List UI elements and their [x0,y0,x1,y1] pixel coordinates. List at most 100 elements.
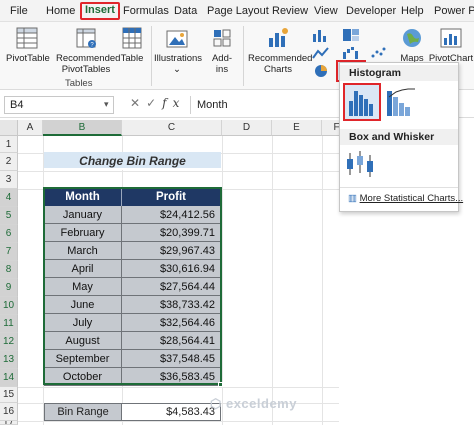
row-header-7[interactable]: 7 [0,243,18,261]
namebox-dropdown-icon[interactable]: ▾ [104,99,109,110]
watermark-icon: ⬡ [210,396,226,411]
row-header-14[interactable]: 14 [0,369,18,387]
cancel-icon[interactable]: ✕ [130,96,146,110]
recommended-pivottables-icon: ? [76,28,96,49]
row-header-12[interactable]: 12 [0,333,18,351]
row-header-17[interactable]: 17 [0,421,18,425]
cell-month[interactable]: February [44,224,122,242]
sheet-title[interactable]: Change Bin Range [44,152,221,170]
cell-month[interactable]: October [44,368,122,386]
box-whisker-option[interactable] [343,147,379,183]
pivottable-button[interactable]: PivotTable [6,26,50,64]
pivotchart-button[interactable]: PivotChart [428,26,474,64]
menu-insert[interactable]: Insert [80,2,120,20]
recommended-charts-label-1: Recommended [248,53,313,64]
cell-month[interactable]: May [44,278,122,296]
pie-chart-icon[interactable] [312,64,330,78]
maps-button[interactable]: Maps [398,26,426,64]
cell-profit[interactable]: $38,733.42 [122,296,221,314]
row-header-16[interactable]: 16 [0,403,18,421]
recommended-pivottables-button[interactable]: ? Recommended PivotTables [56,26,121,75]
addins-button[interactable]: Add- ins [206,26,238,75]
column-header-b[interactable]: B [43,120,122,136]
waterfall-chart-icon[interactable] [342,46,360,60]
menu-file[interactable]: File [10,3,28,20]
row-header-6[interactable]: 6 [0,225,18,243]
addins-icon [213,29,231,47]
row-header-10[interactable]: 10 [0,297,18,315]
column-header-e[interactable]: E [272,120,322,136]
menu-page-layout[interactable]: Page Layout [207,3,269,20]
cell-profit[interactable]: $28,564.41 [122,332,221,350]
ribbon-separator [151,26,152,86]
histogram-option[interactable] [343,83,381,121]
row-header-4[interactable]: 4 [0,189,18,207]
recommended-charts-button[interactable]: Recommended Charts [248,26,313,75]
row-header-3[interactable]: 3 [0,171,18,189]
gridline [18,387,339,388]
row-header-15[interactable]: 15 [0,387,18,403]
menu-view[interactable]: View [314,3,338,20]
menu-home[interactable]: Home [46,3,75,20]
scatter-chart-icon[interactable] [370,46,388,60]
row-header-13[interactable]: 13 [0,351,18,369]
menu-data[interactable]: Data [174,3,197,20]
cell-profit[interactable]: $37,548.45 [122,350,221,368]
cell-profit[interactable]: $27,564.44 [122,278,221,296]
cell-month[interactable]: July [44,314,122,332]
addins-label-1: Add- [211,53,233,64]
row-header-8[interactable]: 8 [0,261,18,279]
row-header-1[interactable]: 1 [0,136,18,153]
menu-formulas[interactable]: Formulas [123,3,169,20]
cell-profit[interactable]: $30,616.94 [122,260,221,278]
line-chart-icon[interactable] [312,46,330,60]
illustrations-icon [166,30,188,48]
histogram-heading: Histogram [340,65,458,81]
pivottable-label: PivotTable [6,53,50,64]
cell-profit[interactable]: $29,967.43 [122,242,221,260]
select-all-corner[interactable] [0,120,18,136]
box-whisker-heading: Box and Whisker [340,129,458,145]
illustrations-button[interactable]: Illustrations ⌄ [154,26,202,75]
cell-month[interactable]: January [44,206,122,224]
table-header-month[interactable]: Month [44,188,122,206]
recommended-pivottables-label-1: Recommended [56,53,121,64]
cell-profit[interactable]: $32,564.46 [122,314,221,332]
group-label-tables: Tables [65,78,93,89]
menu-power-pivot[interactable]: Power Pi [434,3,474,20]
column-chart-icon[interactable] [312,28,330,42]
hierarchy-chart-icon[interactable] [342,28,360,42]
fx-icon[interactable]: fx [162,96,185,110]
cell-profit[interactable]: $20,399.71 [122,224,221,242]
menu-review[interactable]: Review [272,3,308,20]
pareto-option[interactable] [384,85,420,121]
cell-month[interactable]: June [44,296,122,314]
more-statistical-charts-link[interactable]: ▥ More Statistical Charts... [348,193,463,204]
enter-icon[interactable]: ✓ [146,96,162,110]
recommended-charts-icon [269,28,288,47]
cell-month[interactable]: April [44,260,122,278]
formula-input[interactable]: Month [190,96,340,114]
cell-profit[interactable]: $24,412.56 [122,206,221,224]
box-whisker-chart-icon [347,151,373,177]
row-header-5[interactable]: 5 [0,207,18,225]
menu-developer[interactable]: Developer [346,3,396,20]
fill-handle[interactable] [218,382,223,387]
row-header-11[interactable]: 11 [0,315,18,333]
cell-profit[interactable]: $36,583.45 [122,368,221,386]
row-header-9[interactable]: 9 [0,279,18,297]
excel-window: File Home Insert Formulas Data Page Layo… [0,0,474,425]
name-box[interactable]: B4 [4,96,114,114]
row-header-2[interactable]: 2 [0,153,18,171]
column-header-c[interactable]: C [122,120,222,136]
table-header-profit[interactable]: Profit [122,188,221,206]
column-header-a[interactable]: A [18,120,43,136]
cell-month[interactable]: March [44,242,122,260]
column-header-d[interactable]: D [222,120,272,136]
menu-help[interactable]: Help [401,3,424,20]
bin-range-value[interactable]: $4,583.43 [121,403,221,421]
bin-range-label[interactable]: Bin Range [44,403,122,421]
cell-month[interactable]: August [44,332,122,350]
cell-month[interactable]: September [44,350,122,368]
table-button[interactable]: Table [118,26,146,64]
